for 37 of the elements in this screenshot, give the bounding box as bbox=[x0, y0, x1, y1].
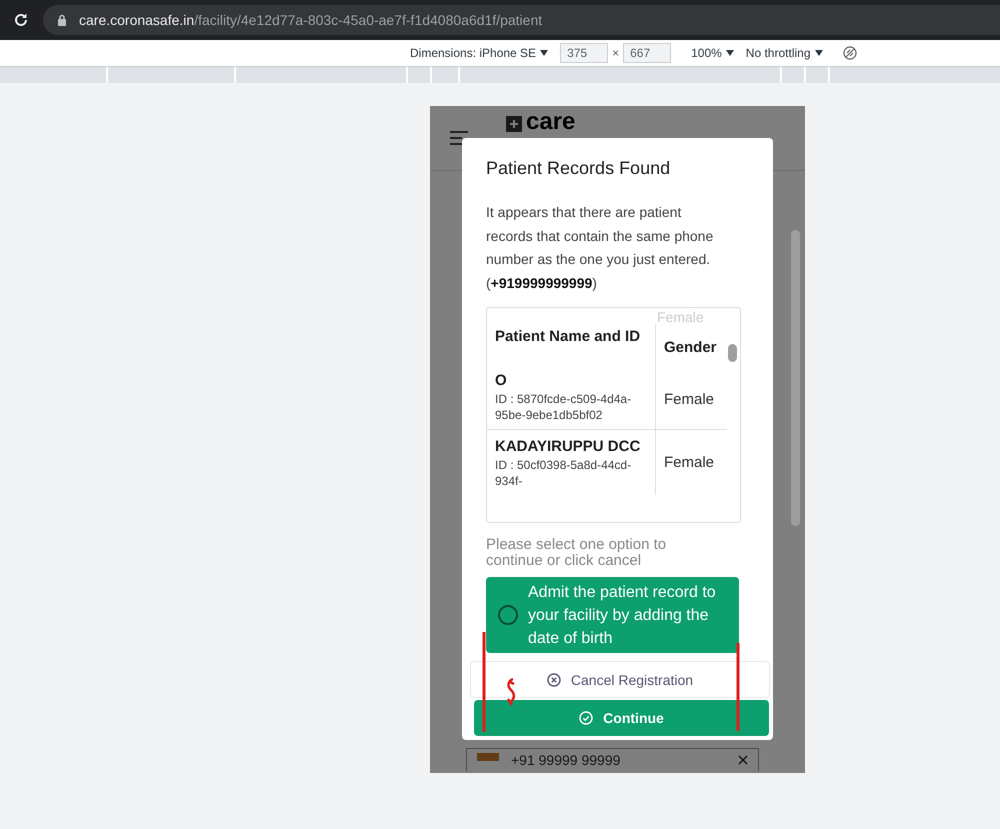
menu-icon bbox=[450, 131, 468, 145]
dialog-message: It appears that there are patient records that contain the same phone number as the one you just entered. (+919999999999) bbox=[486, 203, 714, 293]
url-text: care.coronasafe.in/facility/4e12d77a-803c-45a0-ae7f-f1d4080a6d1f/patient bbox=[79, 12, 542, 28]
patient-id: ID : 5870fcde-c509-4d4a-95be-9ebe1db5bf02 bbox=[495, 391, 632, 423]
gender-text: Female bbox=[664, 454, 714, 471]
caret-icon bbox=[726, 50, 734, 56]
plus-icon bbox=[506, 116, 522, 132]
column-header: Patient Name and ID bbox=[487, 324, 656, 370]
gender-text: Female bbox=[664, 391, 714, 408]
dialog-title: Patient Records Found bbox=[486, 158, 672, 179]
height-field[interactable]: 667 bbox=[623, 43, 672, 63]
patient-name: KADAYIRUPPU DCC bbox=[495, 437, 642, 457]
throttling-dropdown[interactable]: No throttling bbox=[746, 46, 810, 60]
option-label: Admit the patient record to your facility by adding the date of birth bbox=[528, 582, 717, 648]
scribble-drawing bbox=[506, 677, 516, 707]
check-circle-icon bbox=[579, 711, 594, 725]
caret-icon bbox=[540, 50, 548, 56]
address-bar[interactable]: care.coronasafe.in/facility/4e12d77a-803c-45a0-ae7f-f1d4080a6d1f/patient bbox=[43, 5, 1000, 35]
lock-icon bbox=[57, 14, 67, 26]
patient-name: O bbox=[495, 371, 508, 391]
flag-icon bbox=[477, 753, 499, 761]
rotate-icon[interactable] bbox=[842, 46, 856, 60]
app-logo: care bbox=[526, 108, 576, 136]
column-header: Gender bbox=[663, 338, 718, 358]
instruction-text: Please select one option to continue or click cancel bbox=[486, 537, 668, 569]
cancel-button[interactable]: Cancel Registration bbox=[470, 661, 770, 698]
radio-button[interactable] bbox=[498, 605, 518, 625]
scrollbar bbox=[728, 344, 737, 362]
width-field[interactable]: 375 bbox=[560, 43, 608, 63]
reload-icon[interactable] bbox=[13, 12, 29, 28]
close-circle-icon bbox=[546, 672, 561, 686]
times-sign: × bbox=[612, 46, 620, 60]
zoom-dropdown[interactable]: 100% bbox=[691, 46, 722, 60]
patient-id: ID : 50cf0398-5a8d-44cd-934f- bbox=[495, 457, 632, 489]
phone-field[interactable]: +91 99999 99999 bbox=[466, 748, 759, 771]
device-dropdown[interactable]: Dimensions: iPhone SE bbox=[410, 46, 536, 60]
caret-icon bbox=[814, 50, 822, 56]
